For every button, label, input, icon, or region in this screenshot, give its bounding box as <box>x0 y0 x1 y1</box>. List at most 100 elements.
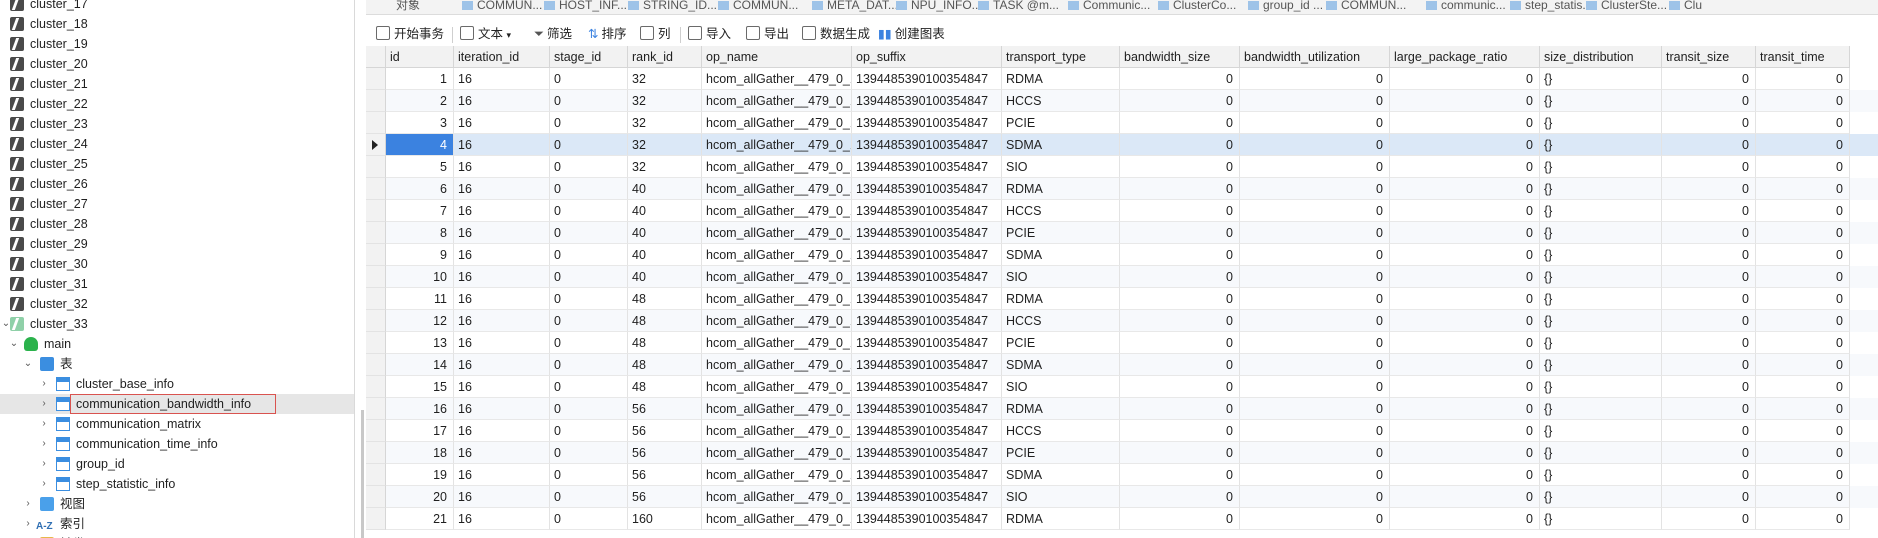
tree-item[interactable]: › group_id <box>0 454 354 474</box>
table-cell[interactable]: 1394485390100354847 <box>852 442 1002 464</box>
table-cell[interactable]: SIO <box>1002 266 1120 288</box>
table-cell[interactable]: 13 <box>386 332 454 354</box>
row-header[interactable] <box>366 222 386 244</box>
table-cell[interactable]: 32 <box>628 68 702 90</box>
tree-item[interactable]: cluster_18 <box>0 14 354 34</box>
table-cell[interactable]: 0 <box>1662 266 1756 288</box>
table-cell[interactable]: 1394485390100354847 <box>852 376 1002 398</box>
table-cell[interactable]: 0 <box>1662 200 1756 222</box>
table-cell[interactable]: 0 <box>1390 112 1540 134</box>
tab[interactable]: NPU_INFO... <box>896 0 982 14</box>
tree-item[interactable]: ⌄ cluster_33 <box>0 314 354 334</box>
table-cell[interactable]: PCIE <box>1002 222 1120 244</box>
row-header[interactable] <box>366 178 386 200</box>
table-cell[interactable]: 17 <box>386 420 454 442</box>
table-cell[interactable]: {} <box>1540 486 1662 508</box>
table-cell[interactable]: hcom_allGather__479_0_1 <box>702 310 852 332</box>
tree-item[interactable]: cluster_31 <box>0 274 354 294</box>
table-cell[interactable]: 0 <box>1120 376 1240 398</box>
column-header[interactable]: transport_type <box>1002 46 1120 68</box>
table-cell[interactable]: 32 <box>628 90 702 112</box>
table-cell[interactable]: 16 <box>454 398 550 420</box>
table-cell[interactable]: 40 <box>628 244 702 266</box>
table-cell[interactable]: 0 <box>1120 420 1240 442</box>
table-cell[interactable]: 16 <box>454 376 550 398</box>
table-cell[interactable]: 0 <box>1756 442 1850 464</box>
tab[interactable]: communic... <box>1426 0 1506 14</box>
table-cell[interactable]: 0 <box>550 112 628 134</box>
table-cell[interactable]: hcom_allGather__479_0_1 <box>702 508 852 530</box>
table-cell[interactable]: 0 <box>1240 508 1390 530</box>
table-cell[interactable]: {} <box>1540 266 1662 288</box>
table-row[interactable]: 17 16 0 56 hcom_allGather__479_0_1 1394485390… <box>366 420 1878 442</box>
table-cell[interactable]: hcom_allGather__479_0_1 <box>702 420 852 442</box>
table-cell[interactable]: 0 <box>550 508 628 530</box>
table-cell[interactable]: 0 <box>1240 398 1390 420</box>
table-row[interactable]: 18 16 0 56 hcom_allGather__479_0_1 1394485390… <box>366 442 1878 464</box>
table-cell[interactable]: 0 <box>550 156 628 178</box>
table-cell[interactable]: SDMA <box>1002 134 1120 156</box>
table-cell[interactable]: RDMA <box>1002 288 1120 310</box>
table-cell[interactable]: 1394485390100354847 <box>852 420 1002 442</box>
table-cell[interactable]: 0 <box>1390 200 1540 222</box>
table-cell[interactable]: 0 <box>1390 376 1540 398</box>
table-cell[interactable]: 0 <box>1756 420 1850 442</box>
table-cell[interactable]: hcom_allGather__479_0_1 <box>702 134 852 156</box>
tree-item[interactable]: cluster_22 <box>0 94 354 114</box>
table-cell[interactable]: 0 <box>1390 310 1540 332</box>
table-cell[interactable]: 16 <box>454 442 550 464</box>
table-cell[interactable]: hcom_allGather__479_0_1 <box>702 442 852 464</box>
table-cell[interactable]: 14 <box>386 354 454 376</box>
table-cell[interactable]: hcom_allGather__479_0_1 <box>702 90 852 112</box>
table-cell[interactable]: 0 <box>1662 442 1756 464</box>
text-view-button[interactable]: 文本 ▾ <box>460 24 511 44</box>
table-cell[interactable]: 0 <box>1390 266 1540 288</box>
tree-item[interactable]: › 触发器 <box>0 534 354 538</box>
table-cell[interactable]: 0 <box>1240 310 1390 332</box>
current-row-indicator[interactable] <box>366 134 386 156</box>
table-cell[interactable]: 0 <box>1240 112 1390 134</box>
table-cell[interactable]: 1394485390100354847 <box>852 288 1002 310</box>
export-button[interactable]: 导出 <box>746 24 789 44</box>
table-cell[interactable]: 0 <box>550 134 628 156</box>
tree-item[interactable]: cluster_32 <box>0 294 354 314</box>
column-header[interactable]: bandwidth_size <box>1120 46 1240 68</box>
table-cell[interactable]: 0 <box>1390 134 1540 156</box>
table-cell[interactable]: 0 <box>1120 310 1240 332</box>
table-cell[interactable]: {} <box>1540 244 1662 266</box>
table-cell[interactable]: 0 <box>1662 288 1756 310</box>
table-cell[interactable]: 0 <box>1120 156 1240 178</box>
table-cell[interactable]: 0 <box>1120 244 1240 266</box>
row-header[interactable] <box>366 266 386 288</box>
table-cell[interactable]: 11 <box>386 288 454 310</box>
column-header[interactable]: op_name <box>702 46 852 68</box>
table-cell[interactable]: hcom_allGather__479_0_1 <box>702 222 852 244</box>
table-cell[interactable]: 0 <box>1756 134 1850 156</box>
create-chart-button[interactable]: ▮▮ 创建图表 <box>878 24 945 44</box>
row-header[interactable] <box>366 156 386 178</box>
table-cell[interactable]: 0 <box>1120 508 1240 530</box>
tree-item[interactable]: ⌄ 表 <box>0 354 354 374</box>
table-cell[interactable]: 16 <box>454 508 550 530</box>
table-cell[interactable]: 0 <box>1662 112 1756 134</box>
column-header[interactable]: iteration_id <box>454 46 550 68</box>
table-cell[interactable]: 18 <box>386 442 454 464</box>
table-cell[interactable]: 0 <box>1120 90 1240 112</box>
table-cell[interactable]: 1394485390100354847 <box>852 508 1002 530</box>
table-cell[interactable]: 0 <box>1756 464 1850 486</box>
table-cell[interactable]: 21 <box>386 508 454 530</box>
sort-button[interactable]: ⇅ 排序 <box>588 24 627 44</box>
table-cell[interactable]: 0 <box>1662 464 1756 486</box>
table-cell[interactable]: {} <box>1540 464 1662 486</box>
table-cell[interactable]: SIO <box>1002 486 1120 508</box>
tab[interactable]: group_id ... <box>1248 0 1323 14</box>
column-header[interactable]: stage_id <box>550 46 628 68</box>
table-cell[interactable]: 1394485390100354847 <box>852 310 1002 332</box>
row-header[interactable] <box>366 376 386 398</box>
table-cell[interactable]: 40 <box>628 222 702 244</box>
row-header[interactable] <box>366 354 386 376</box>
table-cell[interactable]: 0 <box>1662 376 1756 398</box>
tree-item[interactable]: cluster_19 <box>0 34 354 54</box>
row-header[interactable] <box>366 508 386 530</box>
table-cell[interactable]: 6 <box>386 178 454 200</box>
